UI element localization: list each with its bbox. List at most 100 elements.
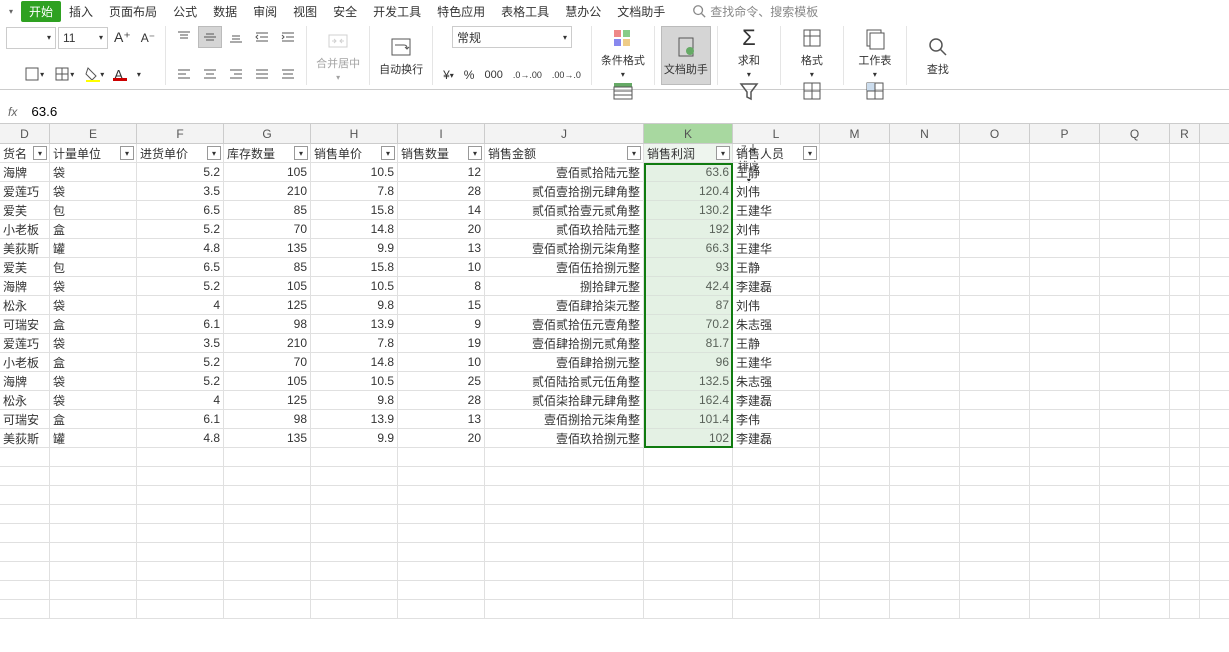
cell[interactable] [485,486,644,504]
cell[interactable]: 9.8 [311,296,398,314]
cell[interactable] [1100,391,1170,409]
header-cell[interactable]: 货名▾ [0,144,50,162]
cell[interactable] [1100,182,1170,200]
cell[interactable] [820,410,890,428]
menu-开发工具[interactable]: 开发工具 [365,1,429,22]
cell[interactable] [733,448,820,466]
cell[interactable] [485,505,644,523]
cell[interactable] [1170,600,1200,618]
fill-color-button[interactable]: ▾ [80,63,108,85]
cell[interactable] [311,448,398,466]
spreadsheet-grid[interactable]: DEFGHIJKLMNOPQR 货名▾计量单位▾进货单价▾库存数量▾销售单价▾销… [0,124,1229,619]
cell[interactable] [820,562,890,580]
font-size-select[interactable]: 11▾ [58,27,108,49]
col-header-H[interactable]: H [311,124,398,143]
cell[interactable] [820,201,890,219]
cell[interactable]: 10 [398,258,485,276]
cell[interactable]: 刘伟 [733,296,820,314]
cell[interactable] [1100,315,1170,333]
cell[interactable] [733,543,820,561]
cell[interactable]: 81.7 [644,334,733,352]
cell[interactable]: 王建华 [733,239,820,257]
cell[interactable]: 壹佰伍拾捌元整 [485,258,644,276]
cell[interactable] [960,448,1030,466]
cell[interactable] [50,600,137,618]
cell[interactable] [224,600,311,618]
cell[interactable]: 捌拾肆元整 [485,277,644,295]
cell[interactable] [644,467,733,485]
cell[interactable]: 袋 [50,277,137,295]
header-cell[interactable]: 销售金额▾ [485,144,644,162]
number-format-select[interactable]: 常规▾ [452,26,572,48]
cell[interactable] [1100,600,1170,618]
cell[interactable] [1170,391,1200,409]
cell[interactable] [1030,410,1100,428]
cell[interactable]: 海牌 [0,372,50,390]
cell[interactable] [1030,581,1100,599]
currency-button[interactable]: ¥▾ [439,65,458,85]
cell[interactable] [733,562,820,580]
cell[interactable] [224,581,311,599]
cell[interactable]: 壹佰贰拾捌元柒角整 [485,239,644,257]
cell[interactable]: 朱志强 [733,315,820,333]
align-distribute-button[interactable] [276,63,300,85]
cell[interactable]: 松永 [0,296,50,314]
cell[interactable] [398,467,485,485]
cell[interactable]: 壹佰肆拾捌元贰角整 [485,334,644,352]
cell[interactable] [960,296,1030,314]
cell[interactable] [890,562,960,580]
cell[interactable]: 王建华 [733,201,820,219]
cell[interactable]: 5.2 [137,220,224,238]
cell[interactable] [50,543,137,561]
cell[interactable] [960,600,1030,618]
cell[interactable] [1100,372,1170,390]
cell[interactable] [733,600,820,618]
cell[interactable]: 210 [224,334,311,352]
cell[interactable] [1170,543,1200,561]
filter-dropdown-icon[interactable]: ▾ [33,146,47,160]
cell[interactable] [224,448,311,466]
cell[interactable]: 98 [224,410,311,428]
cell[interactable] [311,524,398,542]
cell[interactable]: 贰佰陆拾贰元伍角整 [485,372,644,390]
col-header-E[interactable]: E [50,124,137,143]
cell[interactable] [820,296,890,314]
cell[interactable] [1100,220,1170,238]
cell[interactable] [890,258,960,276]
cell[interactable] [890,600,960,618]
cell[interactable]: 小老板 [0,220,50,238]
align-top-button[interactable] [172,26,196,48]
cell[interactable] [1030,239,1100,257]
cell[interactable] [1170,334,1200,352]
header-cell[interactable] [890,144,960,162]
cell[interactable] [311,486,398,504]
cell[interactable]: 袋 [50,296,137,314]
cell[interactable] [1170,467,1200,485]
cell[interactable]: 松永 [0,391,50,409]
cell[interactable]: 135 [224,239,311,257]
cell[interactable] [50,562,137,580]
cell[interactable]: 海牌 [0,163,50,181]
cell[interactable] [960,391,1030,409]
header-cell[interactable] [820,144,890,162]
cell[interactable]: 3.5 [137,334,224,352]
cell[interactable] [485,524,644,542]
cell[interactable] [311,562,398,580]
cell[interactable] [1030,315,1100,333]
cell[interactable] [485,600,644,618]
cell[interactable] [890,220,960,238]
menu-视图[interactable]: 视图 [285,1,325,22]
filter-dropdown-icon[interactable]: ▾ [468,146,482,160]
cell[interactable] [0,467,50,485]
cell[interactable] [1100,505,1170,523]
cell[interactable] [960,562,1030,580]
cell[interactable]: 15 [398,296,485,314]
cell[interactable] [820,372,890,390]
cell[interactable]: 5.2 [137,163,224,181]
cell[interactable] [1170,296,1200,314]
cell[interactable]: 70 [224,353,311,371]
cell[interactable] [960,543,1030,561]
cell[interactable]: 爱莲巧 [0,334,50,352]
cell[interactable] [224,467,311,485]
cell[interactable] [820,505,890,523]
